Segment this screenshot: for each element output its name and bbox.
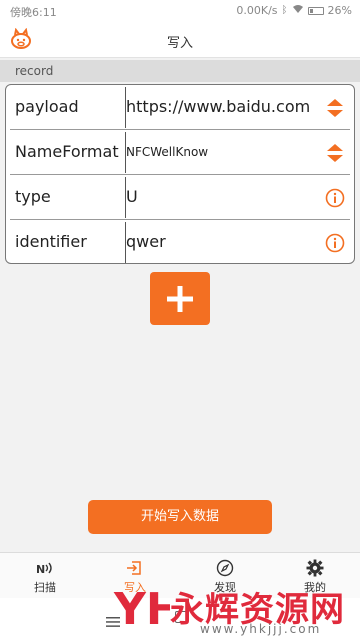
- plus-icon: [167, 285, 193, 312]
- sort-arrows-icon[interactable]: [324, 97, 346, 119]
- watermark: YH 永辉资源网 www.yhkjjj.com: [112, 576, 360, 640]
- record-row-nameformat: NameFormat NFCWellKnow: [6, 130, 354, 175]
- bluetooth-icon: ᛒ: [281, 5, 288, 16]
- nfc-icon: N: [35, 559, 55, 577]
- row-label: NameFormat: [15, 142, 119, 161]
- nameformat-select[interactable]: NFCWellKnow: [126, 145, 208, 159]
- sort-arrows-icon[interactable]: [324, 142, 346, 164]
- status-bar: 傍晚6:11 0.00K/s ᛒ 26%: [0, 0, 360, 22]
- row-label: payload: [15, 97, 79, 116]
- record-row-payload: payload https://www.baidu.com: [6, 85, 354, 130]
- info-icon[interactable]: [324, 187, 346, 209]
- gear-icon: [305, 559, 325, 577]
- app-bar: 写入: [0, 22, 360, 58]
- status-right: 0.00K/s ᛒ 26%: [236, 4, 352, 17]
- tab-label: 扫描: [34, 581, 56, 594]
- record-row-type: type U: [6, 175, 354, 220]
- compass-icon: [215, 559, 235, 577]
- info-icon[interactable]: [324, 232, 346, 254]
- wifi-icon: [292, 4, 304, 17]
- watermark-url: www.yhkjjj.com: [200, 622, 322, 636]
- status-time: 傍晚6:11: [10, 6, 57, 19]
- type-field[interactable]: U: [126, 187, 138, 206]
- write-icon: [125, 559, 145, 577]
- add-record-button[interactable]: [150, 272, 210, 325]
- battery-level: 26%: [327, 4, 352, 17]
- tab-scan[interactable]: N 扫描: [0, 553, 90, 598]
- net-speed: 0.00K/s: [236, 4, 278, 17]
- watermark-logo-icon: YH: [113, 584, 170, 635]
- payload-field[interactable]: https://www.baidu.com: [126, 97, 310, 116]
- identifier-field[interactable]: qwer: [126, 232, 166, 251]
- page-title: 写入: [166, 36, 193, 51]
- record-row-identifier: identifier qwer: [6, 220, 354, 265]
- battery-icon: [307, 6, 324, 15]
- svg-text:N: N: [36, 563, 45, 575]
- start-write-button[interactable]: 开始写入数据: [88, 500, 272, 534]
- record-section-header: record: [0, 60, 360, 82]
- row-label: identifier: [15, 232, 87, 251]
- watermark-mark: YH: [113, 584, 170, 635]
- row-label: type: [15, 187, 51, 206]
- record-card: payload https://www.baidu.com NameFormat…: [5, 84, 355, 264]
